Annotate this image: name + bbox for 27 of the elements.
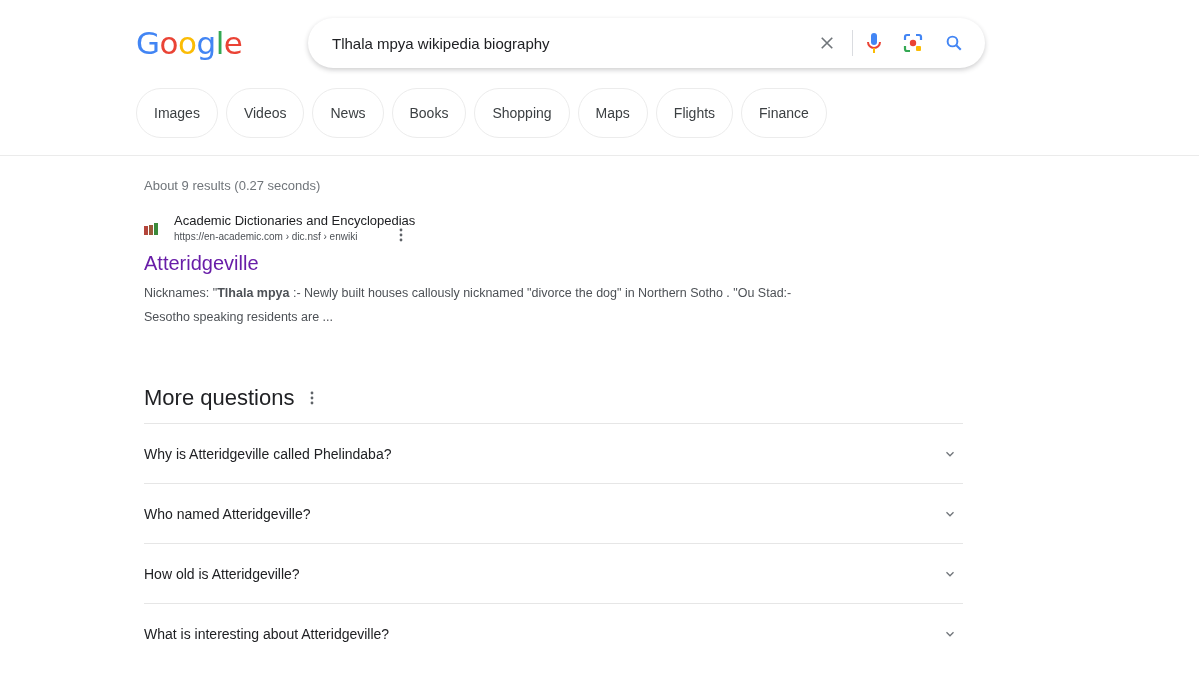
search-icon[interactable] <box>945 34 963 52</box>
camera-icon[interactable] <box>903 33 923 53</box>
filter-chip[interactable]: Finance <box>741 88 827 138</box>
result-snippet: Nicknames: "Tlhala mpya :- Newly built houses callously nicknamed "divorce the dog" in Northern Sotho . "Ou Stad:- Sesotho speaking residents are ... <box>144 285 793 326</box>
site-name: Academic Dictionaries and Encyclopedias <box>174 213 416 228</box>
filter-chip[interactable]: News <box>312 88 384 138</box>
bar-chart-icon <box>144 222 158 235</box>
results-stats: About 9 results (0.27 seconds) <box>144 178 322 193</box>
question-row[interactable]: Why is Atteridgeville called Phelindaba? <box>144 423 963 483</box>
filter-chip[interactable]: Shopping <box>474 88 570 138</box>
filter-chip[interactable]: Videos <box>225 88 305 138</box>
filter-chip[interactable]: Books <box>391 88 467 138</box>
more-options-icon[interactable] <box>399 228 404 242</box>
google-logo[interactable]: Google <box>136 25 308 61</box>
filter-chip[interactable]: Maps <box>577 88 648 138</box>
result-url: https://en-academic.com › dic.nsf › enwiki <box>174 230 358 242</box>
filter-chip[interactable]: Images <box>136 88 218 138</box>
section-heading: More questions <box>144 385 295 411</box>
microphone-icon[interactable] <box>867 32 881 54</box>
question-row[interactable]: How old is Atteridgeville? <box>144 543 963 603</box>
result-title-link[interactable]: Atteridgeville <box>144 252 259 275</box>
question-row[interactable]: Who named Atteridgeville? <box>144 483 963 543</box>
question-row[interactable]: What is interesting about Atteridgeville? <box>144 603 963 663</box>
search-field[interactable]: Tlhala mpya wikipedia biography <box>308 18 985 68</box>
more-options-icon[interactable] <box>310 391 315 405</box>
filter-chip[interactable]: Flights <box>655 88 734 138</box>
clear-icon[interactable] <box>818 34 836 52</box>
